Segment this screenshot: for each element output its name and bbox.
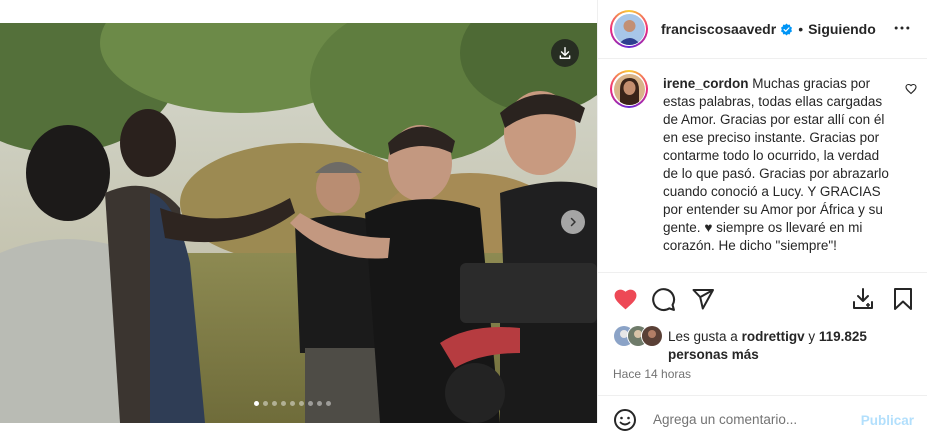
comment-input[interactable] <box>653 412 848 427</box>
commenter-username[interactable]: irene_cordon <box>663 76 749 91</box>
likes-prefix: Les gusta a <box>668 329 738 344</box>
comment-body: Muchas gracias por estas palabras, todas… <box>663 76 889 235</box>
carousel-dot <box>281 401 286 406</box>
verified-badge-icon <box>780 23 793 36</box>
carousel-next-button[interactable] <box>561 210 585 234</box>
share-button[interactable] <box>691 287 715 316</box>
carousel-dot <box>263 401 268 406</box>
comment-icon <box>652 288 676 312</box>
like-button[interactable] <box>613 287 638 317</box>
following-button[interactable]: Siguiendo <box>808 21 876 37</box>
download-post-button[interactable] <box>851 287 875 316</box>
heart-filled-icon <box>614 289 637 310</box>
commenter-avatar-image <box>613 73 645 105</box>
bookmark-icon <box>894 288 912 310</box>
author-avatar[interactable] <box>610 10 648 48</box>
post-photo-image <box>0 23 597 423</box>
heart-outline-icon <box>905 83 917 95</box>
likes-connector: y <box>808 329 816 344</box>
post-actions-bar <box>598 272 927 312</box>
carousel-dot <box>272 401 277 406</box>
download-tray-icon <box>853 288 873 309</box>
post-timestamp[interactable]: Hace 14 horas <box>613 367 691 381</box>
carousel-dot <box>254 401 259 406</box>
more-options-button[interactable] <box>892 18 912 43</box>
carousel-dot <box>317 401 322 406</box>
likes-suffix[interactable]: personas más <box>668 347 759 362</box>
publish-button[interactable]: Publicar <box>861 413 914 428</box>
commenter-avatar[interactable] <box>610 70 648 108</box>
liker-avatars <box>613 325 665 347</box>
likes-text: Les gusta a rodrettigv y 119.825 persona… <box>668 328 908 364</box>
carousel-dot <box>290 401 295 406</box>
post-side-panel: franciscosaavedr • Siguiendo irene_cordo… <box>597 0 927 431</box>
carousel-dot <box>326 401 331 406</box>
like-comment-button[interactable] <box>905 82 917 100</box>
post-header: franciscosaavedr • Siguiendo <box>598 0 927 59</box>
carousel-indicator <box>254 401 331 406</box>
share-icon <box>692 289 714 310</box>
liker-avatar[interactable] <box>641 325 663 347</box>
save-button[interactable] <box>892 287 914 316</box>
more-horizontal-icon <box>894 26 910 30</box>
liker-username[interactable]: rodrettigv <box>742 329 805 344</box>
comment-text: irene_cordon Muchas gracias por estas pa… <box>663 75 893 255</box>
carousel-dot <box>299 401 304 406</box>
likes-count[interactable]: 119.825 <box>819 329 867 344</box>
post-media-area <box>0 0 597 423</box>
download-media-button[interactable] <box>551 39 579 67</box>
author-username[interactable]: franciscosaavedr <box>661 21 776 37</box>
chevron-right-icon <box>570 217 576 227</box>
download-icon <box>559 47 571 59</box>
comment-button[interactable] <box>651 287 676 317</box>
post-photo[interactable] <box>0 23 597 423</box>
author-avatar-image <box>613 13 645 45</box>
header-separator: • <box>798 21 804 37</box>
add-comment-bar: Publicar <box>598 395 927 431</box>
black-heart-emoji: ♥ <box>704 220 713 235</box>
carousel-dot <box>308 401 313 406</box>
emoji-icon <box>614 409 636 431</box>
